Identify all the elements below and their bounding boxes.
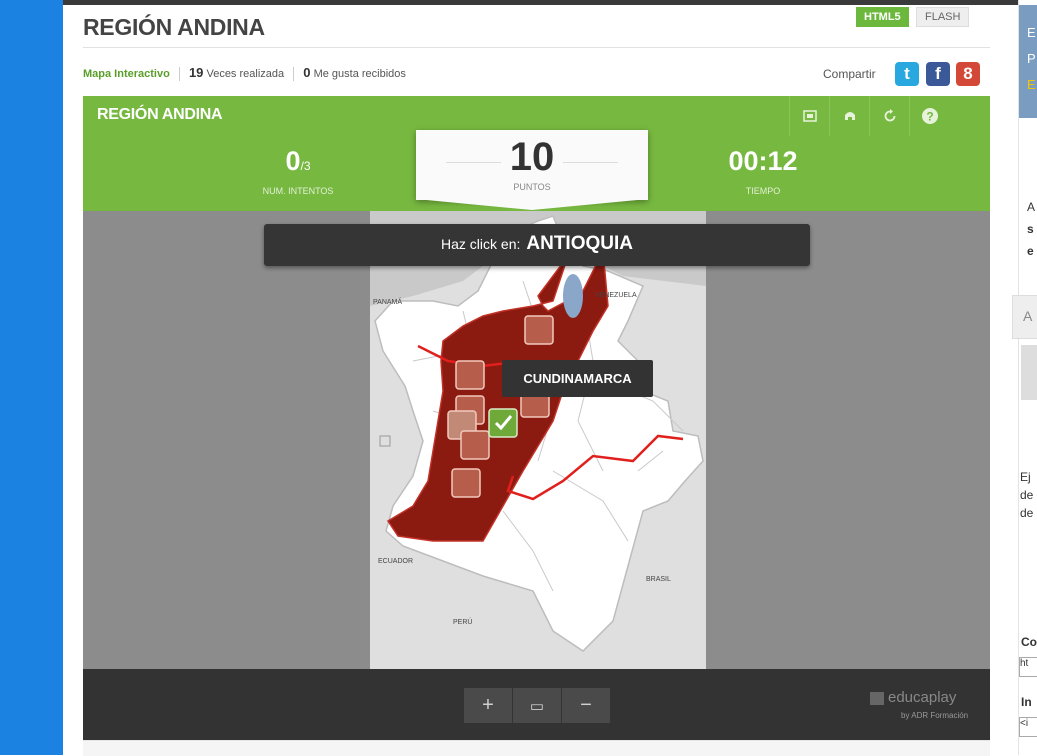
divider (178, 67, 180, 82)
score-card: 10 PUNTOS (416, 130, 648, 200)
attempts-label: NUM. INTENTOS (262, 186, 334, 196)
colombia-map[interactable]: PANAMÁ VENEZUELA ECUADOR BRASIL PERÚ (83, 211, 990, 669)
embed-url-field[interactable]: ht (1019, 657, 1037, 677)
map-marker-square (379, 435, 391, 447)
sidebar-text: de (1020, 488, 1034, 502)
insert-label: In (1021, 695, 1032, 709)
sidebar-thumbnail[interactable] (1021, 345, 1037, 400)
lake (563, 274, 583, 318)
map-stage[interactable]: PANAMÁ VENEZUELA ECUADOR BRASIL PERÚ (83, 211, 990, 669)
label-peru: PERÚ (453, 617, 472, 626)
brand-mark-icon (870, 691, 884, 705)
time-label: TIEMPO (745, 186, 781, 196)
twitter-icon: t (904, 64, 910, 83)
activity-meta: Mapa Interactivo 19 Veces realizada 0 Me… (83, 65, 406, 82)
attempts-value: 0/3 (285, 146, 311, 176)
top-border (63, 0, 1018, 5)
likes-count: 0 (303, 65, 311, 80)
sidebar-box: A (1012, 295, 1037, 339)
brand-subtitle: by ADR Formación (901, 711, 969, 720)
score-card-pointer (416, 199, 648, 210)
zoom-reset-button[interactable]: ▭ (513, 688, 561, 723)
label-venezuela: VENEZUELA (595, 292, 637, 299)
instruction-banner: Haz click en: ANTIOQUIA (264, 224, 810, 266)
sidebar-text: de (1020, 506, 1034, 520)
label-panama: PANAMÁ (373, 297, 402, 306)
educaplay-logo[interactable]: educaplay (870, 689, 956, 706)
restart-icon[interactable] (869, 96, 910, 136)
reset-view-icon: ▭ (529, 698, 545, 715)
embed-label: Co (1021, 635, 1037, 649)
divider (293, 67, 295, 82)
sidebar-text: A (1027, 200, 1036, 214)
fullscreen-icon[interactable] (789, 96, 830, 136)
sidebar-text: s (1027, 222, 1034, 236)
correct-marker (488, 408, 518, 438)
twitter-share-button[interactable]: t (895, 62, 919, 86)
plus-icon: + (482, 694, 494, 716)
sidebar-text: Ej (1020, 470, 1031, 484)
footer-strip (83, 740, 990, 756)
instruction-prefix: Haz click en: (441, 236, 521, 252)
flash-mode-button[interactable]: FLASH (916, 7, 970, 27)
plays-label: Veces realizada (206, 68, 285, 80)
map-toolbar: + ▭ − educaplay by ADR Formación (83, 669, 990, 740)
label-brasil: BRASIL (646, 576, 671, 583)
plays-count: 19 (188, 65, 204, 80)
region-marker[interactable] (455, 360, 485, 390)
instruction-target: ANTIOQUIA (526, 233, 633, 254)
hover-tooltip: CUNDINAMARCA (502, 360, 653, 397)
divider (83, 47, 990, 48)
likes-label: Me gusta recibidos (313, 68, 406, 80)
google-plus-share-button[interactable]: 8 (956, 62, 980, 86)
game-title: REGIÓN ANDINA (97, 106, 223, 123)
sidebar-banner[interactable]: E P E (1019, 5, 1037, 118)
region-marker[interactable] (451, 468, 481, 498)
minus-icon: − (580, 694, 592, 716)
time-value: 00:12 (728, 146, 798, 176)
label-ecuador: ECUADOR (378, 558, 413, 565)
facebook-share-button[interactable]: f (926, 62, 950, 86)
sidebar-text: e (1027, 244, 1034, 258)
region-marker[interactable] (524, 315, 554, 345)
page-title: REGIÓN ANDINA (83, 14, 265, 40)
embed-code-field[interactable]: <i (1019, 717, 1037, 737)
score-label: PUNTOS (513, 182, 551, 192)
facebook-icon: f (935, 64, 941, 83)
activity-type-link[interactable]: Mapa Interactivo (83, 68, 170, 80)
score-value: 10 (509, 135, 555, 179)
zoom-out-button[interactable]: − (562, 688, 610, 723)
share-label: Compartir (823, 67, 876, 81)
help-icon[interactable]: ? (909, 96, 950, 136)
print-icon[interactable] (829, 96, 870, 136)
browser-left-background (0, 0, 63, 755)
region-marker[interactable] (460, 430, 490, 460)
svg-text:?: ? (926, 110, 933, 124)
zoom-in-button[interactable]: + (464, 688, 512, 723)
html5-mode-button[interactable]: HTML5 (856, 7, 909, 27)
google-plus-icon: 8 (963, 64, 973, 83)
